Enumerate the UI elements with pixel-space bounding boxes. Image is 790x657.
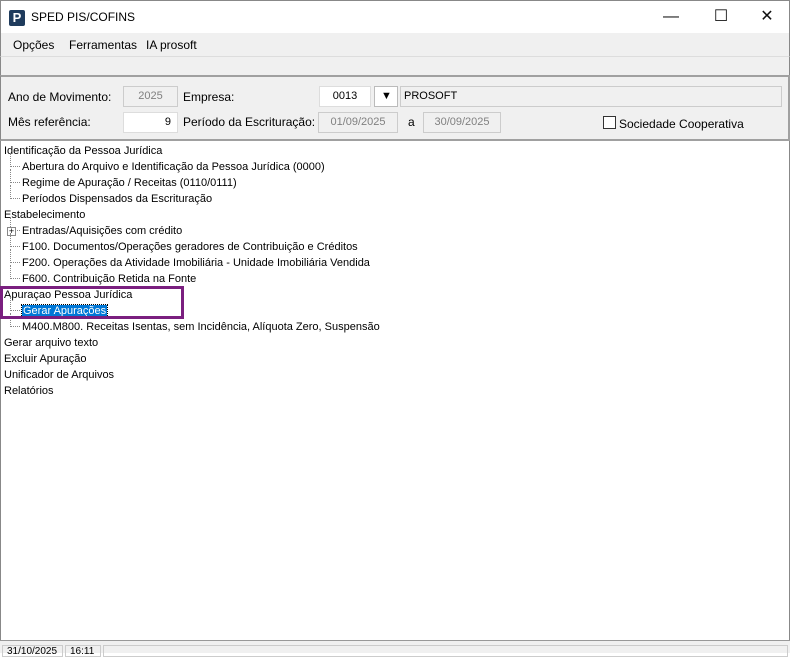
window-title: SPED PIS/COFINS — [31, 10, 136, 24]
maximize-button[interactable]: ☐ — [706, 6, 736, 28]
tree-item-label: Entradas/Aquisições com crédito — [22, 225, 183, 237]
highlight-annotation — [0, 286, 184, 319]
tree-item-label: Regime de Apuração / Receitas (0110/0111… — [22, 177, 237, 189]
cooperativa-label: Sociedade Cooperativa — [619, 117, 744, 131]
menu-bar: Opções Ferramentas IA prosoft — [0, 33, 790, 56]
tree-item-label: Abertura do Arquivo e Identificação da P… — [22, 161, 325, 173]
tree-connector — [10, 153, 20, 167]
tree-item[interactable]: Gerar arquivo texto — [4, 335, 98, 351]
periodo-separator: a — [408, 115, 415, 129]
empresa-code-field[interactable]: 0013 — [319, 86, 371, 107]
status-date: 31/10/2025 — [2, 645, 63, 657]
cooperativa-checkbox[interactable] — [603, 116, 616, 129]
empresa-dropdown-button[interactable]: ▼ — [374, 86, 398, 107]
tree-connector — [10, 169, 20, 183]
tree-item-label: Excluir Apuração — [4, 353, 87, 365]
tree-item-label: M400.M800. Receitas Isentas, sem Incidên… — [22, 321, 380, 333]
chevron-down-icon: ▼ — [381, 90, 392, 102]
tree-connector — [10, 249, 20, 263]
navigation-tree: Identificação da Pessoa Jurídica Abertura… — [0, 141, 790, 640]
tree-item-label: Relatórios — [4, 385, 54, 397]
tree-item[interactable]: F100. Documentos/Operações geradores de … — [22, 239, 358, 255]
status-time: 16:11 — [65, 645, 101, 657]
toolbar — [0, 56, 790, 75]
tree-item[interactable]: F600. Contribuição Retida na Fonte — [22, 271, 196, 287]
tree-item-label: Identificação da Pessoa Jurídica — [4, 145, 163, 157]
title-bar: P SPED PIS/COFINS — ☐ ✕ — [0, 0, 790, 33]
mes-label: Mês referência: — [8, 115, 91, 129]
tree-connector — [10, 265, 20, 279]
tree-item[interactable]: Abertura do Arquivo e Identificação da P… — [22, 159, 325, 175]
tree-item[interactable]: Unificador de Arquivos — [4, 367, 114, 383]
status-bar: 31/10/2025 16:11 — [0, 640, 790, 657]
status-message — [103, 645, 788, 657]
tree-item-label: F200. Operações da Atividade Imobiliária… — [22, 257, 370, 269]
ano-field: 2025 — [123, 86, 178, 107]
filter-panel: Ano de Movimento: 2025 Empresa: 0013 ▼ P… — [0, 75, 790, 141]
tree-connector — [10, 233, 20, 247]
tree-item[interactable]: Relatórios — [4, 383, 54, 399]
tree-item-label: F600. Contribuição Retida na Fonte — [22, 273, 197, 285]
app-logo-icon: P — [9, 10, 25, 26]
tree-item[interactable]: F200. Operações da Atividade Imobiliária… — [22, 255, 370, 271]
tree-item[interactable]: + Entradas/Aquisições com crédito — [7, 223, 183, 239]
mes-field[interactable]: 9 — [123, 112, 178, 133]
tree-connector — [10, 185, 20, 199]
tree-item[interactable]: Excluir Apuração — [4, 351, 87, 367]
empresa-name-field: PROSOFT — [400, 86, 782, 107]
periodo-label: Período da Escrituração: — [183, 115, 316, 129]
menu-ferramentas[interactable]: Ferramentas — [69, 38, 137, 52]
minimize-button[interactable]: — — [656, 6, 686, 28]
tree-item-label: Períodos Dispensados da Escrituração — [22, 193, 213, 205]
tree-item-label: Unificador de Arquivos — [4, 369, 115, 381]
ano-label: Ano de Movimento: — [8, 90, 112, 104]
tree-item[interactable]: Períodos Dispensados da Escrituração — [22, 191, 212, 207]
menu-ia-prosoft[interactable]: IA prosoft — [146, 38, 197, 52]
tree-item[interactable]: Regime de Apuração / Receitas (0110/0111… — [22, 175, 237, 191]
tree-item[interactable]: M400.M800. Receitas Isentas, sem Incidên… — [22, 319, 380, 335]
tree-item-label: Gerar arquivo texto — [4, 337, 99, 349]
menu-opcoes[interactable]: Opções — [13, 38, 54, 52]
periodo-inicio-field: 01/09/2025 — [318, 112, 398, 133]
close-button[interactable]: ✕ — [752, 6, 782, 28]
empresa-label: Empresa: — [183, 90, 235, 104]
tree-item-label: F100. Documentos/Operações geradores de … — [22, 241, 358, 253]
tree-item[interactable]: Identificação da Pessoa Jurídica — [4, 143, 162, 159]
periodo-fim-field: 30/09/2025 — [423, 112, 501, 133]
